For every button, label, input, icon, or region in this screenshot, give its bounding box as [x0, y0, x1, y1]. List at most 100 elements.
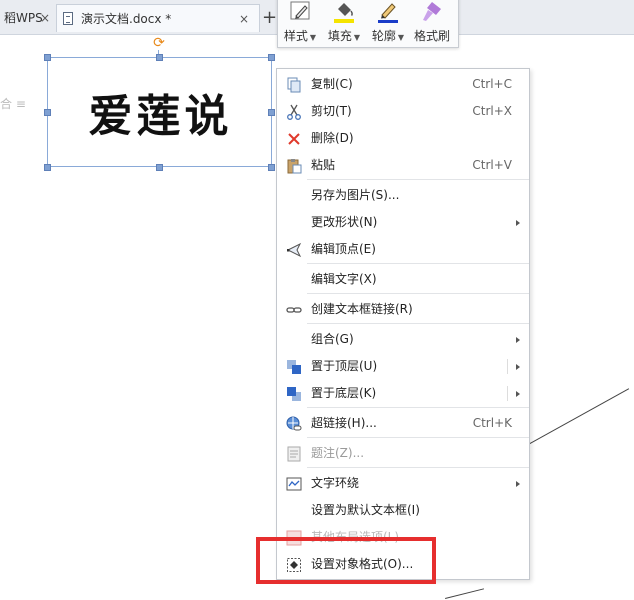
scissors-icon	[287, 104, 301, 120]
outline-label: 轮廓	[371, 29, 396, 43]
outline-pen-icon	[378, 3, 398, 23]
delete-x-icon	[288, 133, 300, 145]
resize-handle-top-middle[interactable]	[156, 54, 163, 61]
copy-icon	[287, 77, 301, 93]
bring-to-front-icon	[287, 360, 301, 374]
menu-item-bring-to-front[interactable]: 置于顶层(U)	[278, 353, 528, 380]
resize-handle-middle-left[interactable]	[44, 109, 51, 116]
menu-item-label: 复制(C)	[311, 77, 353, 91]
menu-item-label: 粘贴	[311, 158, 336, 172]
resize-handle-bottom-left[interactable]	[44, 164, 51, 171]
menu-item-change-shape[interactable]: 更改形状(N)	[278, 209, 528, 236]
rotate-handle-icon[interactable]: ⟳	[152, 36, 166, 50]
menu-item-label: 超链接(H)...	[311, 416, 377, 430]
tab-document[interactable]: 演示文档.docx * ×	[56, 4, 260, 32]
menu-item-label: 置于底层(K)	[311, 386, 377, 400]
outline-button[interactable]: 轮廓 ▼	[366, 0, 410, 47]
fill-button[interactable]: 填充 ▼	[322, 0, 366, 47]
menu-item-label: 创建文本框链接(R)	[311, 302, 413, 316]
menu-separator	[307, 293, 529, 294]
menu-separator	[307, 263, 529, 264]
menu-item-label: 置于顶层(U)	[311, 359, 378, 373]
menu-separator	[307, 179, 529, 180]
menu-item-label: 其他布局选项(L)...	[311, 530, 411, 544]
menu-item-group[interactable]: 组合(G)	[278, 326, 528, 353]
menu-item-text-wrapping[interactable]: 文字环绕	[278, 470, 528, 497]
caption-icon	[287, 446, 301, 462]
menu-separator	[307, 437, 529, 438]
format-painter-icon	[423, 2, 441, 21]
menu-item-label: 编辑文字(X)	[311, 272, 377, 286]
menu-item-label: 更改形状(N)	[311, 215, 378, 229]
format-object-icon	[287, 558, 301, 572]
menu-item-edit-text[interactable]: 编辑文字(X)	[278, 266, 528, 293]
tab-wps-label: 稻WPS	[4, 11, 43, 25]
selected-text-box[interactable]: 爱莲说	[47, 57, 272, 167]
menu-separator	[307, 407, 529, 408]
menu-item-label: 组合(G)	[311, 332, 354, 346]
layout-options-icon	[286, 530, 302, 546]
context-menu: 复制(C) Ctrl+C 剪切(T) Ctrl+X 删除(D) 粘贴 Ctrl+…	[276, 68, 530, 580]
new-tab-plus-icon[interactable]: +	[262, 8, 277, 28]
menu-item-label: 另存为图片(S)...	[311, 188, 400, 202]
edit-points-icon	[286, 242, 302, 258]
submenu-arrow-icon[interactable]	[516, 364, 520, 370]
resize-handle-top-right[interactable]	[268, 54, 275, 61]
floating-mini-toolbar: 样式 ▼ 填充 ▼ 轮廓 ▼ 格式刷	[277, 0, 459, 48]
menu-item-edit-points[interactable]: 编辑顶点(E)	[278, 236, 528, 263]
tab-wps[interactable]: 稻WPS ×	[0, 4, 56, 32]
left-margin-text: 合 ≡	[0, 97, 26, 111]
menu-item-label: 设置对象格式(O)...	[311, 557, 414, 571]
hyperlink-globe-icon	[286, 416, 302, 431]
tab-document-label: 演示文档.docx *	[81, 12, 172, 26]
paste-icon	[287, 159, 302, 174]
fill-bucket-icon	[334, 3, 354, 23]
text-wrap-icon	[286, 477, 302, 491]
format-painter-button[interactable]: 格式刷	[410, 0, 454, 47]
menu-item-cut[interactable]: 剪切(T) Ctrl+X	[278, 98, 528, 125]
menu-item-shortcut: Ctrl+X	[472, 104, 512, 118]
menu-item-label: 设置为默认文本框(I)	[311, 503, 420, 517]
fill-label: 填充	[327, 29, 352, 43]
menu-item-hyperlink[interactable]: 超链接(H)... Ctrl+K	[278, 410, 528, 437]
submenu-arrow-icon	[516, 481, 520, 487]
menu-item-other-layout-options[interactable]: 其他布局选项(L)...	[278, 524, 528, 551]
split-divider	[507, 386, 508, 401]
split-divider	[507, 359, 508, 374]
menu-item-set-default-textbox[interactable]: 设置为默认文本框(I)	[278, 497, 528, 524]
style-label: 样式	[283, 29, 308, 43]
menu-item-format-object[interactable]: 设置对象格式(O)...	[278, 551, 528, 578]
menu-item-caption: 题注(Z)...	[278, 440, 528, 467]
resize-handle-top-left[interactable]	[44, 54, 51, 61]
menu-item-copy[interactable]: 复制(C) Ctrl+C	[278, 71, 528, 98]
style-button[interactable]: 样式 ▼	[278, 0, 322, 47]
menu-item-label: 编辑顶点(E)	[311, 242, 376, 256]
menu-item-create-textbox-link[interactable]: 创建文本框链接(R)	[278, 296, 528, 323]
menu-item-shortcut: Ctrl+V	[472, 158, 512, 172]
menu-item-shortcut: Ctrl+K	[472, 416, 512, 430]
format-painter-label: 格式刷	[413, 29, 450, 43]
menu-item-save-as-picture[interactable]: 另存为图片(S)...	[278, 182, 528, 209]
menu-item-label: 文字环绕	[311, 476, 360, 490]
menu-item-send-to-back[interactable]: 置于底层(K)	[278, 380, 528, 407]
chain-link-icon	[286, 307, 302, 313]
menu-item-label: 题注(Z)...	[311, 446, 365, 460]
submenu-arrow-icon[interactable]	[516, 391, 520, 397]
menu-item-paste[interactable]: 粘贴 Ctrl+V	[278, 152, 528, 179]
resize-handle-bottom-right[interactable]	[268, 164, 275, 171]
submenu-arrow-icon	[516, 337, 520, 343]
drawn-line-shape-lower	[445, 588, 485, 599]
document-icon	[63, 12, 73, 25]
menu-item-label: 删除(D)	[311, 131, 354, 145]
menu-item-delete[interactable]: 删除(D)	[278, 125, 528, 152]
menu-item-shortcut: Ctrl+C	[472, 77, 512, 91]
tab-wps-close-icon[interactable]: ×	[38, 4, 52, 32]
menu-item-label: 剪切(T)	[311, 104, 352, 118]
send-to-back-icon	[287, 387, 301, 401]
tab-document-close-icon[interactable]: ×	[237, 5, 251, 33]
resize-handle-bottom-middle[interactable]	[156, 164, 163, 171]
menu-separator	[307, 323, 529, 324]
textbox-content: 爱莲说	[88, 91, 233, 142]
resize-handle-middle-right[interactable]	[268, 109, 275, 116]
pen-style-icon	[290, 1, 310, 20]
